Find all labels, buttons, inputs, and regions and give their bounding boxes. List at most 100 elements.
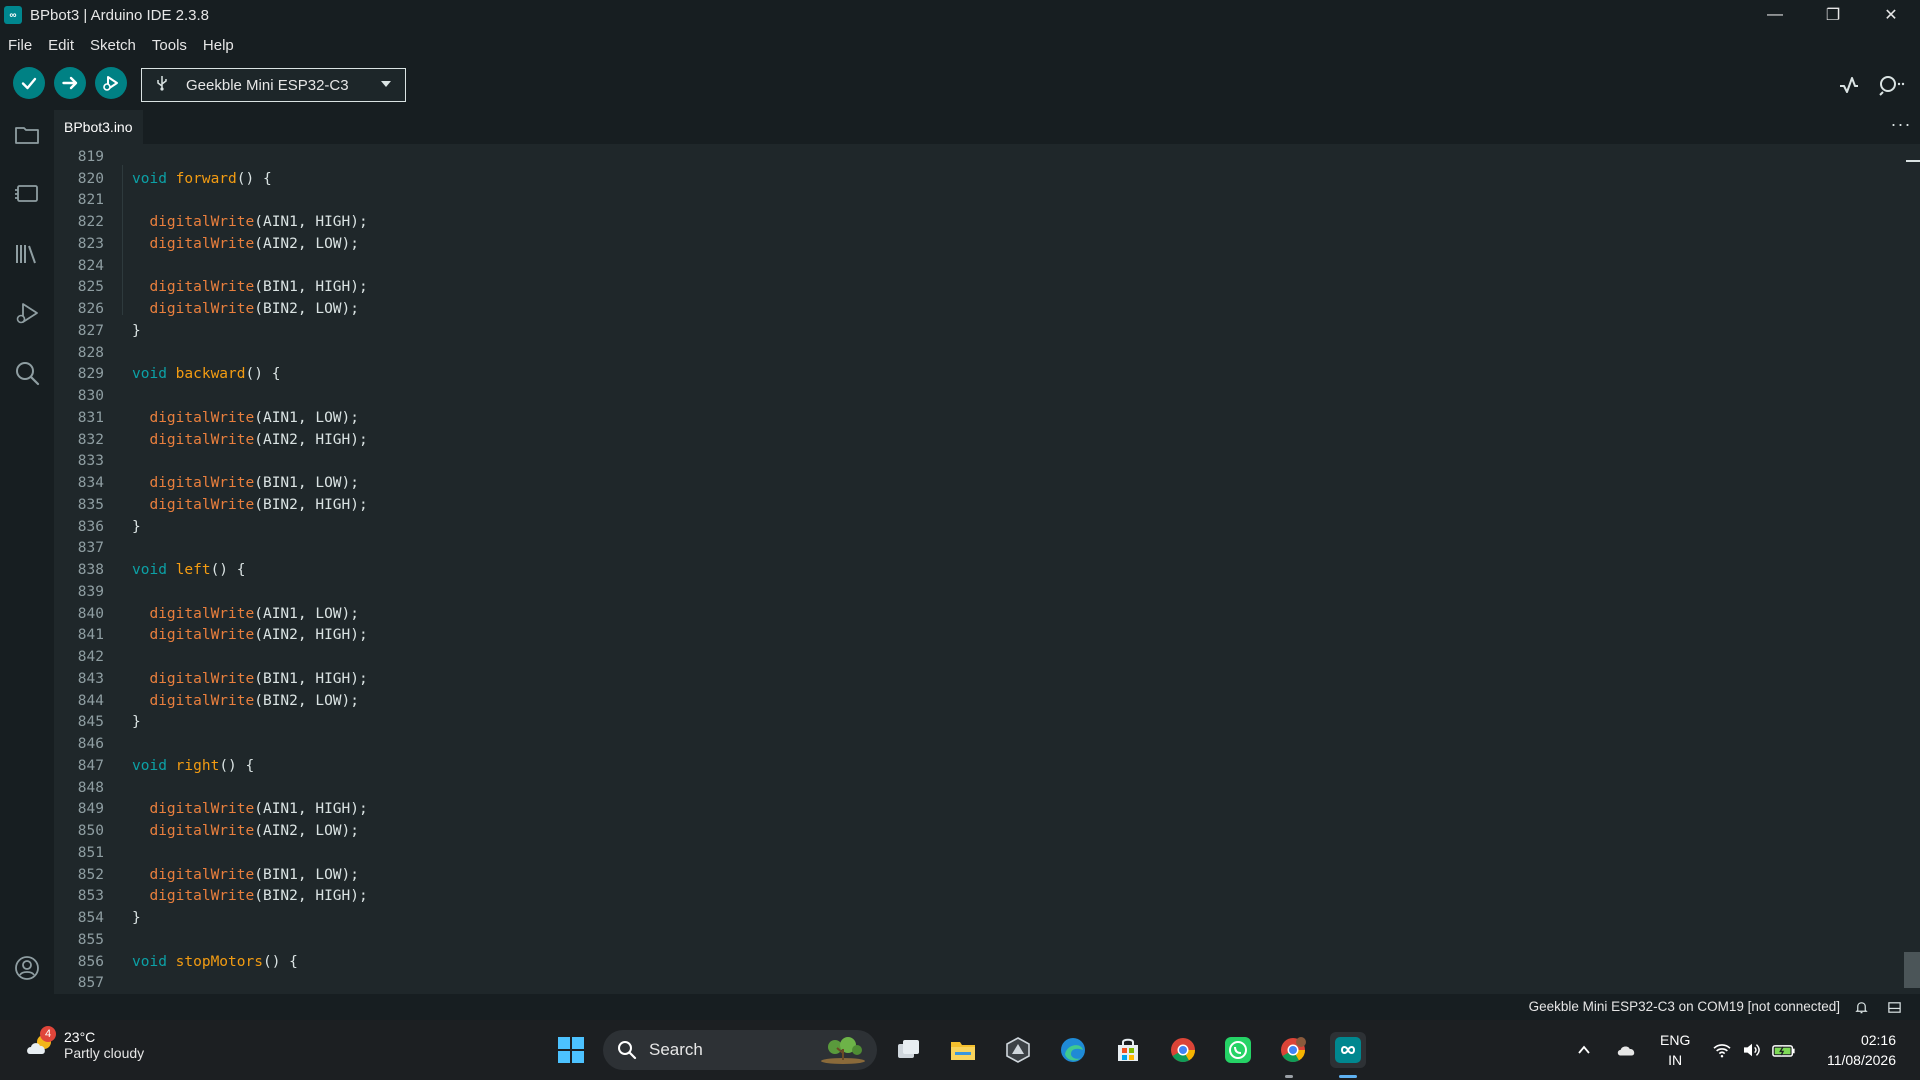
serial-monitor-button[interactable] <box>1876 72 1908 98</box>
show-hidden-icons-chevron-icon[interactable] <box>1576 1020 1596 1080</box>
edge-browser-icon[interactable] <box>1055 1032 1091 1068</box>
code-line[interactable]: 842 <box>54 646 1904 668</box>
line-code: digitalWrite(BIN2, HIGH); <box>149 496 368 513</box>
code-line[interactable]: 820 void forward() { <box>54 168 1904 190</box>
maximize-button[interactable]: ❐ <box>1804 0 1862 30</box>
panel-toggle-icon[interactable] <box>1884 997 1904 1017</box>
code-line[interactable]: 844 digitalWrite(BIN2, LOW); <box>54 690 1904 712</box>
menu-edit[interactable]: Edit <box>48 37 74 54</box>
code-line[interactable]: 836} <box>54 516 1904 538</box>
tab-bpbot3-ino[interactable]: BPbot3.ino <box>54 110 143 144</box>
toolbar: Geekble Mini ESP32-C3 <box>0 60 1920 110</box>
code-editor[interactable]: 819 820 void forward() {821 822 digitalWrit… <box>54 144 1904 994</box>
code-line[interactable]: 847 void right() { <box>54 755 1904 777</box>
onedrive-cloud-icon[interactable] <box>1616 1020 1640 1080</box>
upload-button[interactable] <box>54 67 86 99</box>
battery-charging-icon[interactable] <box>1772 1020 1798 1080</box>
verify-button[interactable] <box>13 67 45 99</box>
plotter-icon <box>1840 77 1858 93</box>
code-line[interactable]: 854} <box>54 907 1904 929</box>
volume-icon[interactable] <box>1742 1020 1764 1080</box>
code-line[interactable]: 841 digitalWrite(AIN2, HIGH); <box>54 625 1904 647</box>
code-line[interactable]: 829 void backward() { <box>54 364 1904 386</box>
code-line[interactable]: 828 <box>54 342 1904 364</box>
code-line[interactable]: 856 void stopMotors() { <box>54 951 1904 973</box>
more-options-icon[interactable]: ··· <box>1888 114 1914 138</box>
code-line[interactable]: 852 digitalWrite(BIN1, LOW); <box>54 864 1904 886</box>
code-lines: 819 820 void forward() {821 822 digitalWrit… <box>54 146 1904 994</box>
wifi-icon[interactable] <box>1712 1020 1734 1080</box>
scrollbar-thumb[interactable] <box>1904 952 1920 988</box>
code-line[interactable]: 835 digitalWrite(BIN2, HIGH); <box>54 494 1904 516</box>
taskbar-clock[interactable]: 02:16 11/08/2026 <box>1827 1030 1896 1070</box>
line-number: 849 <box>77 801 104 818</box>
minimize-button[interactable]: — <box>1746 0 1804 30</box>
code-line[interactable]: 824 <box>54 255 1904 277</box>
whatsapp-icon[interactable] <box>1220 1032 1256 1068</box>
library-manager-icon[interactable] <box>12 239 42 269</box>
tab-bar: BPbot3.ino ··· <box>54 110 1920 144</box>
code-line[interactable]: 834 digitalWrite(BIN1, LOW); <box>54 472 1904 494</box>
code-line[interactable]: 830 <box>54 385 1904 407</box>
clock-date: 11/08/2026 <box>1826 1052 1896 1068</box>
checkmark-icon <box>21 77 37 90</box>
boards-manager-icon[interactable] <box>12 179 42 209</box>
code-line[interactable]: 840 digitalWrite(AIN1, LOW); <box>54 603 1904 625</box>
code-line[interactable]: 827} <box>54 320 1904 342</box>
code-line[interactable]: 843 digitalWrite(BIN1, HIGH); <box>54 668 1904 690</box>
code-line[interactable]: 837 <box>54 538 1904 560</box>
code-line[interactable]: 821 <box>54 190 1904 212</box>
code-line[interactable]: 838 void left() { <box>54 559 1904 581</box>
serial-plotter-button[interactable] <box>1836 72 1862 98</box>
code-line[interactable]: 853 digitalWrite(BIN2, HIGH); <box>54 886 1904 908</box>
debug-panel-icon[interactable] <box>12 298 42 328</box>
code-line[interactable]: 850 digitalWrite(AIN2, LOW); <box>54 820 1904 842</box>
line-code: digitalWrite(BIN1, LOW); <box>149 475 359 492</box>
close-button[interactable]: ✕ <box>1862 0 1920 30</box>
code-line[interactable]: 831 digitalWrite(AIN1, LOW); <box>54 407 1904 429</box>
taskbar-search-box[interactable]: Search <box>603 1030 877 1070</box>
code-line[interactable]: 839 <box>54 581 1904 603</box>
arduino-ide-taskbar-icon[interactable] <box>1330 1032 1366 1068</box>
chrome-browser-icon[interactable] <box>1165 1032 1201 1068</box>
code-line[interactable]: 825 digitalWrite(BIN1, HIGH); <box>54 277 1904 299</box>
code-line[interactable]: 833 <box>54 451 1904 473</box>
weather-widget[interactable]: 4 23°C Partly cloudy <box>24 1026 145 1062</box>
code-line[interactable]: 855 <box>54 929 1904 951</box>
menu-sketch[interactable]: Sketch <box>90 37 136 54</box>
code-line[interactable]: 823 digitalWrite(AIN2, LOW); <box>54 233 1904 255</box>
line-number: 829 <box>77 366 104 383</box>
code-line[interactable]: 822 digitalWrite(AIN1, HIGH); <box>54 211 1904 233</box>
task-view-icon[interactable] <box>890 1032 926 1068</box>
menu-file[interactable]: File <box>8 37 32 54</box>
search-label: Search <box>649 1040 703 1059</box>
code-line[interactable]: 848 <box>54 777 1904 799</box>
editor-scrollbar[interactable] <box>1904 144 1920 994</box>
code-line[interactable]: 849 digitalWrite(AIN1, HIGH); <box>54 799 1904 821</box>
code-line[interactable]: 851 <box>54 842 1904 864</box>
line-code: } <box>132 910 141 927</box>
chrome-profile-icon[interactable] <box>1275 1032 1311 1068</box>
account-icon[interactable] <box>12 953 42 983</box>
file-explorer-icon[interactable] <box>945 1032 981 1068</box>
board-selector[interactable]: Geekble Mini ESP32-C3 <box>141 68 406 102</box>
line-number: 823 <box>77 235 104 252</box>
code-line[interactable]: 846 <box>54 733 1904 755</box>
search-icon[interactable] <box>12 358 42 388</box>
copilot-app-icon[interactable] <box>1000 1032 1036 1068</box>
weather-description: Partly cloudy <box>64 1045 145 1061</box>
language-indicator[interactable]: ENG IN <box>1660 1030 1690 1070</box>
line-number: 828 <box>77 344 104 361</box>
microsoft-store-icon[interactable] <box>1110 1032 1146 1068</box>
code-line[interactable]: 819 <box>54 146 1904 168</box>
debug-button[interactable] <box>95 67 127 99</box>
start-menu-icon[interactable] <box>553 1032 589 1068</box>
code-line[interactable]: 832 digitalWrite(AIN2, HIGH); <box>54 429 1904 451</box>
menu-tools[interactable]: Tools <box>152 37 187 54</box>
bell-icon[interactable] <box>1851 997 1871 1017</box>
code-line[interactable]: 845} <box>54 712 1904 734</box>
code-line[interactable]: 857 <box>54 973 1904 995</box>
menu-help[interactable]: Help <box>203 37 234 54</box>
sketchbook-folder-icon[interactable] <box>12 120 42 150</box>
code-line[interactable]: 826 digitalWrite(BIN2, LOW); <box>54 298 1904 320</box>
